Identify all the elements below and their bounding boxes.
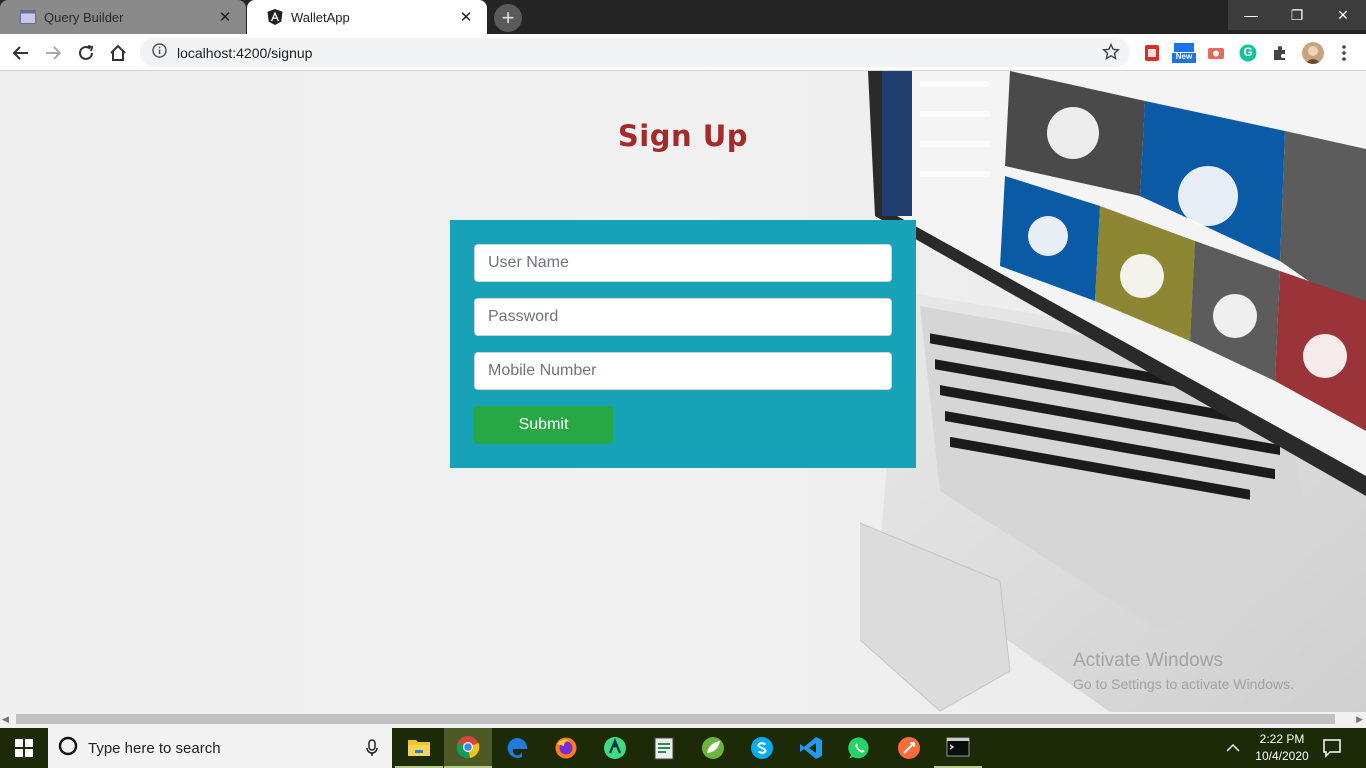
forward-arrow-icon[interactable] [40,40,66,66]
tray-chevron-up-icon[interactable] [1226,740,1240,758]
taskbar-search-box[interactable]: Type here to search [48,728,392,768]
bookmark-star-icon[interactable] [1101,42,1121,66]
horizontal-scrollbar[interactable]: ◀ ▶ [0,712,1366,726]
minimize-button[interactable]: — [1228,0,1274,30]
page-icon [20,9,36,25]
spring-icon[interactable] [689,728,737,768]
menu-icon[interactable] [1334,43,1354,63]
grammarly-icon[interactable]: G [1238,43,1258,63]
page-viewport: Sign Up Submit Activate Windows Go to Se… [0,71,1366,712]
laptop-background-image [860,71,1366,712]
puzzle-icon[interactable] [1270,43,1290,63]
new-badge-label: New [1175,52,1193,61]
address-bar[interactable]: localhost:4200/signup [140,38,1130,67]
new-tab-button[interactable]: + [494,4,522,32]
profile-avatar[interactable] [1302,42,1324,64]
maximize-button[interactable]: ❐ [1274,0,1320,30]
close-window-button[interactable]: ✕ [1320,0,1366,30]
postman-icon[interactable] [885,728,933,768]
action-center-icon[interactable] [1322,738,1342,763]
angular-icon [267,9,283,25]
watermark-title: Activate Windows [1073,650,1223,671]
scrollbar-thumb[interactable] [16,714,1335,724]
edge-icon[interactable] [493,728,541,768]
whatsapp-icon[interactable] [836,728,884,768]
tab-close-icon[interactable]: ✕ [216,8,234,26]
clock-date: 10/4/2020 [1255,749,1309,763]
password-input[interactable] [474,298,892,336]
browser-tab-strip: Query Builder ✕ WalletApp ✕ + — ❐ ✕ [0,0,1366,34]
tab-close-icon[interactable]: ✕ [457,8,475,26]
page-title: Sign Up [617,119,749,153]
new-badge-icon[interactable]: New [1172,43,1196,63]
android-studio-icon[interactable] [591,728,639,768]
username-input[interactable] [474,244,892,282]
tab-title: Query Builder [44,9,124,25]
microphone-icon[interactable] [366,739,378,762]
search-placeholder: Type here to search [88,739,221,757]
windows-taskbar: Type here to search 2:22 PM 10/4/2020 [0,728,1366,768]
terminal-icon[interactable] [934,728,982,768]
grammarly-letter: G [1243,45,1253,59]
file-explorer-icon[interactable] [395,728,443,768]
reload-icon[interactable] [73,40,99,66]
scroll-right-arrow-icon[interactable]: ▶ [1356,714,1363,725]
tab-walletapp[interactable]: WalletApp ✕ [247,0,487,34]
mobile-number-input[interactable] [474,352,892,390]
tab-query-builder[interactable]: Query Builder ✕ [0,0,246,34]
cortana-icon [58,736,78,761]
watermark-subtitle: Go to Settings to activate Windows. [1073,676,1294,692]
clock-time: 2:22 PM [1259,732,1305,746]
browser-toolbar: localhost:4200/signup New G [0,34,1366,71]
chrome-icon[interactable] [444,728,492,768]
tab-title: WalletApp [291,9,350,25]
url-text: localhost:4200/signup [177,44,313,61]
camera-icon[interactable] [1206,43,1226,63]
notepad-icon[interactable] [640,728,688,768]
back-arrow-icon[interactable] [8,40,34,66]
scroll-left-arrow-icon[interactable]: ◀ [2,714,9,725]
info-icon[interactable] [152,42,167,63]
windows-start-icon[interactable] [0,728,48,768]
skype-icon[interactable] [738,728,786,768]
home-icon[interactable] [105,40,131,66]
vscode-icon[interactable] [787,728,835,768]
firefox-icon[interactable] [542,728,590,768]
pdf-icon[interactable] [1142,43,1162,63]
taskbar-clock[interactable]: 2:22 PM 10/4/2020 [1250,731,1314,765]
activate-windows-watermark: Activate Windows Go to Settings to activ… [1073,650,1294,692]
submit-button[interactable]: Submit [474,406,613,444]
signup-form: Submit [450,220,916,468]
